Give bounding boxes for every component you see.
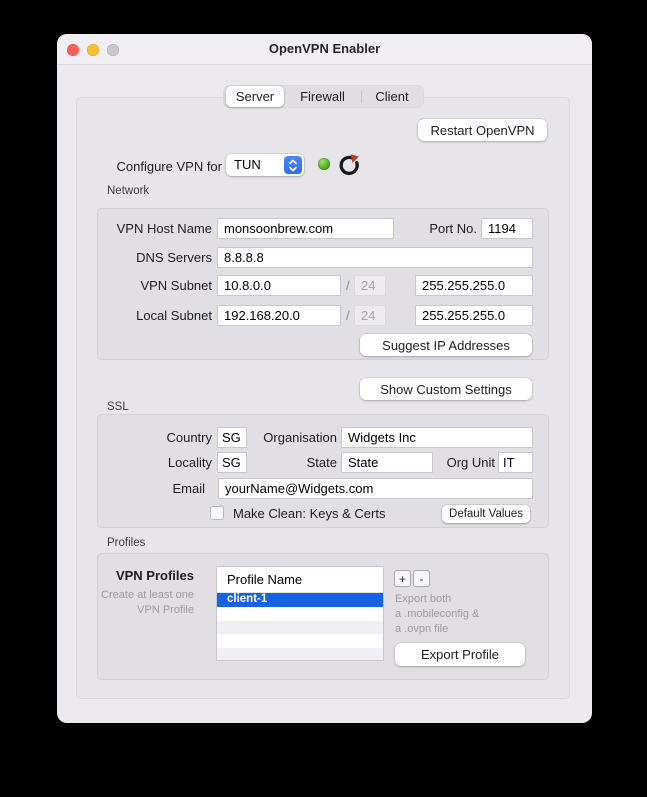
chevron-up-down-icon bbox=[284, 156, 302, 174]
local-subnet-mask-input[interactable] bbox=[415, 305, 533, 326]
make-clean-label: Make Clean: Keys & Certs bbox=[233, 506, 386, 521]
desktop-background: OpenVPN Enabler Server Firewall Client R… bbox=[0, 0, 647, 797]
vpn-host-name-label: VPN Host Name bbox=[116, 221, 212, 236]
tab-bar: Server Firewall Client bbox=[223, 85, 424, 108]
vpn-status-led-icon bbox=[318, 158, 330, 170]
vpn-host-name-input[interactable] bbox=[217, 218, 394, 239]
locality-label: Locality bbox=[167, 455, 212, 470]
organisation-label: Organisation bbox=[263, 430, 337, 445]
profile-row-empty[interactable] bbox=[217, 634, 383, 648]
port-no-label: Port No. bbox=[429, 221, 477, 236]
org-unit-label: Org Unit bbox=[446, 455, 495, 470]
suggest-ip-addresses-button[interactable]: Suggest IP Addresses bbox=[360, 334, 532, 356]
network-group-label: Network bbox=[107, 185, 150, 197]
add-profile-button[interactable]: + bbox=[394, 570, 411, 587]
profile-row-empty[interactable] bbox=[217, 648, 383, 660]
configure-vpn-label: Configure VPN for bbox=[116, 159, 223, 174]
tab-client[interactable]: Client bbox=[362, 86, 422, 107]
local-subnet-input[interactable] bbox=[217, 305, 341, 326]
vpn-subnet-input[interactable] bbox=[217, 275, 341, 296]
vpn-mode-popup[interactable]: TUN bbox=[226, 154, 304, 176]
vpn-profiles-helper: Create at least one VPN Profile bbox=[101, 589, 194, 616]
email-input[interactable] bbox=[218, 478, 533, 499]
export-profile-button[interactable]: Export Profile bbox=[395, 643, 525, 666]
show-custom-settings-button[interactable]: Show Custom Settings bbox=[360, 378, 532, 400]
default-values-button[interactable]: Default Values bbox=[442, 505, 530, 523]
profiles-group-label: Profiles bbox=[107, 537, 146, 549]
profile-row-empty[interactable] bbox=[217, 607, 383, 621]
country-label: Country bbox=[166, 430, 212, 445]
export-note: Export both a .mobileconfig & a .ovpn fi… bbox=[395, 593, 480, 635]
profiles-table[interactable]: Profile Name client-1 bbox=[216, 566, 384, 661]
local-subnet-label: Local Subnet bbox=[136, 308, 212, 323]
profile-row-selected[interactable]: client-1 bbox=[217, 593, 383, 607]
vpn-mode-value: TUN bbox=[234, 157, 261, 172]
vpn-subnet-slash: / bbox=[346, 278, 350, 293]
email-label: Email bbox=[172, 481, 205, 496]
tab-firewall[interactable]: Firewall bbox=[284, 86, 361, 107]
window-title: OpenVPN Enabler bbox=[268, 41, 381, 56]
state-label: State bbox=[306, 455, 337, 470]
dns-servers-input[interactable] bbox=[217, 247, 533, 268]
restart-openvpn-button[interactable]: Restart OpenVPN bbox=[418, 119, 547, 141]
local-subnet-prefix-input bbox=[354, 305, 386, 326]
port-no-input[interactable] bbox=[481, 218, 533, 239]
title-bar[interactable]: OpenVPN Enabler bbox=[57, 34, 592, 65]
dns-servers-label: DNS Servers bbox=[136, 250, 212, 265]
make-clean-checkbox[interactable] bbox=[210, 506, 224, 520]
vpn-subnet-label: VPN Subnet bbox=[140, 278, 212, 293]
app-window: OpenVPN Enabler Server Firewall Client R… bbox=[57, 34, 592, 723]
ssl-group-label: SSL bbox=[107, 401, 129, 413]
profiles-table-header: Profile Name bbox=[217, 567, 383, 593]
local-subnet-slash: / bbox=[346, 308, 350, 323]
org-unit-input[interactable] bbox=[498, 452, 533, 473]
remove-profile-button[interactable]: - bbox=[413, 570, 430, 587]
vpn-profiles-label: VPN Profiles bbox=[115, 568, 194, 583]
vpn-subnet-prefix-input bbox=[354, 275, 386, 296]
organisation-input[interactable] bbox=[341, 427, 533, 448]
profile-row-empty[interactable] bbox=[217, 620, 383, 635]
vpn-subnet-mask-input[interactable] bbox=[415, 275, 533, 296]
refresh-icon[interactable] bbox=[337, 153, 361, 177]
tab-server[interactable]: Server bbox=[226, 86, 284, 107]
